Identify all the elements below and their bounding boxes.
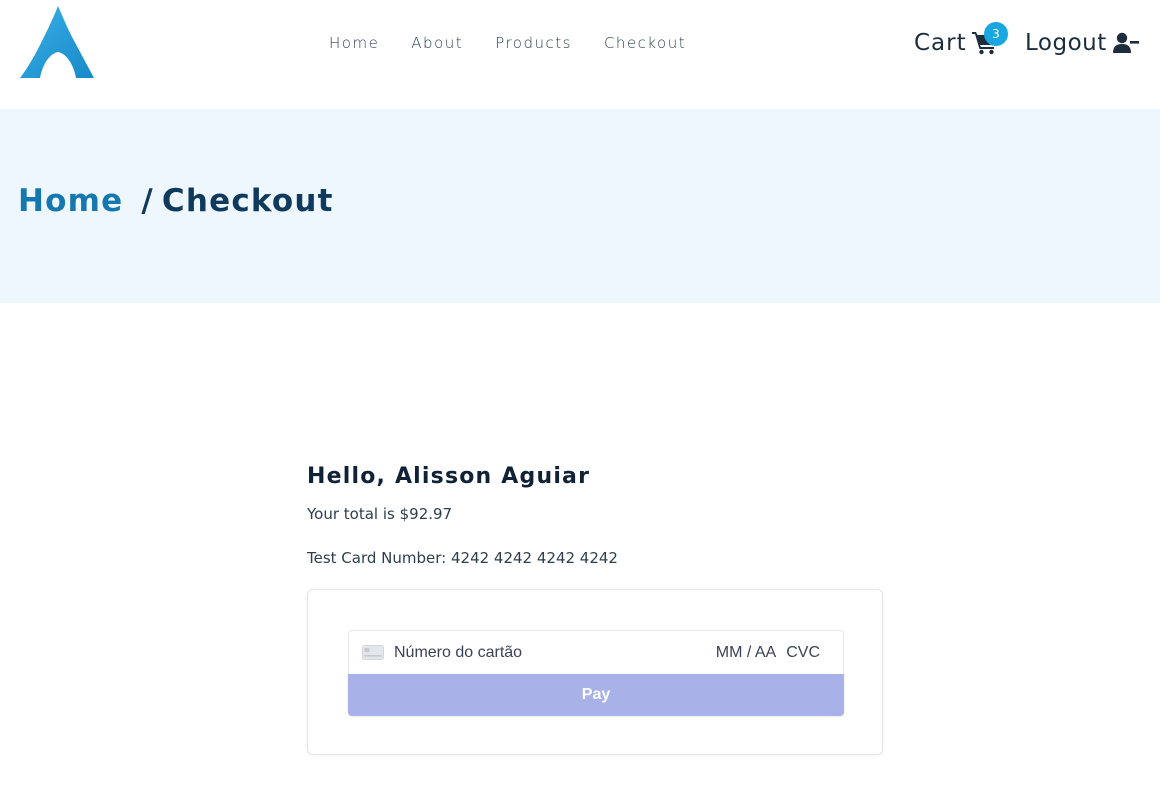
card-cvc-input[interactable]: CVC xyxy=(786,644,820,662)
cart-label: Cart xyxy=(914,30,967,56)
greeting-heading: Hello, Alisson Aguiar xyxy=(307,464,591,489)
test-card-text: Test Card Number: 4242 4242 4242 4242 xyxy=(307,549,618,567)
breadcrumb: Home / Checkout xyxy=(18,183,334,219)
site-header: Home About Products Checkout Cart 3 Logo… xyxy=(0,0,1160,109)
cart-button[interactable]: Cart 3 xyxy=(914,22,1008,56)
credit-card-icon xyxy=(362,645,384,660)
card-input-field[interactable]: Número do cartão MM / AA CVC xyxy=(348,630,844,674)
cart-count-badge: 3 xyxy=(984,22,1008,46)
logout-label: Logout xyxy=(1025,30,1107,56)
payment-form: Número do cartão MM / AA CVC Pay xyxy=(307,589,883,755)
pay-button[interactable]: Pay xyxy=(348,674,844,716)
breadcrumb-separator: / xyxy=(141,183,154,219)
main-nav: Home About Products Checkout xyxy=(313,34,702,52)
logout-button[interactable]: Logout xyxy=(1025,30,1139,56)
card-number-input[interactable]: Número do cartão xyxy=(394,644,716,662)
user-minus-icon xyxy=(1112,32,1139,53)
nav-about[interactable]: About xyxy=(411,34,463,52)
order-total-text: Your total is $92.97 xyxy=(307,505,453,523)
arch-logo-icon[interactable] xyxy=(20,5,96,80)
breadcrumb-home-link[interactable]: Home xyxy=(18,183,123,219)
nav-checkout[interactable]: Checkout xyxy=(604,34,686,52)
card-expiry-input[interactable]: MM / AA xyxy=(716,644,776,662)
nav-home[interactable]: Home xyxy=(329,34,379,52)
breadcrumb-banner: Home / Checkout xyxy=(0,109,1160,303)
nav-products[interactable]: Products xyxy=(495,34,572,52)
breadcrumb-current: Checkout xyxy=(161,183,334,219)
